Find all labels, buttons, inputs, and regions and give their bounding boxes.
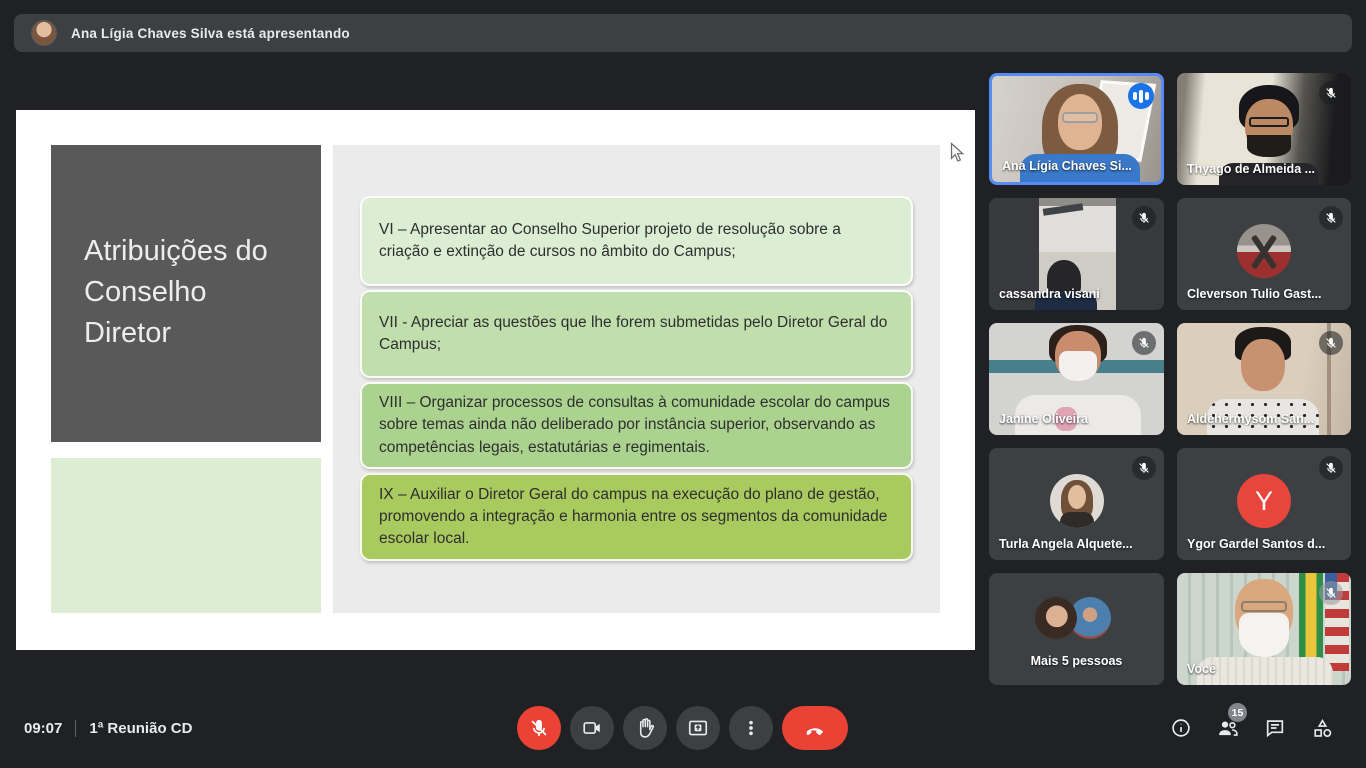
meeting-name: 1ª Reunião CD [89,720,192,737]
avatar-circle [1050,474,1104,528]
presenting-text: Ana Lígia Chaves Silva está apresentando [71,26,350,41]
slide-title-box: Atribuições do Conselho Diretor [51,145,321,442]
tile-ana-ligia[interactable]: Ana Lígia Chaves Si... [989,73,1164,185]
call-controls [517,706,848,750]
end-call-button[interactable] [782,706,848,750]
tile-you[interactable]: Você [1177,573,1351,685]
mic-off-icon [1319,456,1343,480]
participant-name: Você [1187,662,1343,676]
slide-item-ix: IX – Auxiliar o Diretor Geral do campus … [360,473,913,561]
avatar-letter: Y [1255,486,1273,517]
participant-name: Ygor Gardel Santos d... [1187,537,1343,551]
participants-button[interactable]: 15 [1216,716,1240,740]
meet-window: Ana Lígia Chaves Silva está apresentando… [0,0,1366,768]
participant-count-badge: 15 [1228,703,1247,722]
participant-grid: Ana Lígia Chaves Si... Thyago de Almeida… [989,73,1351,685]
tile-more-people[interactable]: Mais 5 pessoas [989,573,1164,685]
mouse-cursor [950,142,965,163]
presenter-avatar [31,20,57,46]
avatar-circle [1237,224,1291,278]
presentation-slide[interactable]: Atribuições do Conselho Diretor VI – Apr… [16,110,975,650]
avatar-circle: Y [1237,474,1291,528]
participant-name: Janine Oliveira [999,412,1156,426]
meeting-details-button[interactable] [1169,716,1193,740]
participant-name: cassandra visani [999,287,1156,301]
clock: 09:07 [24,720,62,737]
slide-accent-box [51,458,321,613]
camera-button[interactable] [570,706,614,750]
presenting-banner: Ana Lígia Chaves Silva está apresentando [14,14,1352,52]
tile-cleverson[interactable]: Cleverson Tulio Gast... [1177,198,1351,310]
chat-button[interactable] [1263,716,1287,740]
meeting-info: 09:07 1ª Reunião CD [24,706,192,750]
speaking-indicator-icon [1128,83,1154,109]
mic-off-icon [1319,81,1343,105]
divider [75,720,76,737]
slide-item-vii: VII - Apreciar as questões que lhe forem… [360,290,913,378]
slide-item-viii: VIII – Organizar processos de consultas … [360,382,913,469]
tile-janine[interactable]: Janine Oliveira [989,323,1164,435]
more-people-avatars [989,573,1164,685]
mic-off-icon [1319,581,1343,605]
participant-name: Aldehermysom San... [1187,412,1343,426]
slide-item-vi: VI – Apresentar ao Conselho Superior pro… [360,196,913,286]
mic-off-icon [1132,206,1156,230]
mic-off-icon [1132,331,1156,355]
mic-off-icon [1319,331,1343,355]
meeting-panel-buttons: 15 [1169,706,1334,750]
mic-off-icon [1132,456,1156,480]
participant-name: Ana Lígia Chaves Si... [1002,159,1153,173]
slide-content-panel: VI – Apresentar ao Conselho Superior pro… [333,145,940,613]
tile-thyago[interactable]: Thyago de Almeida ... [1177,73,1351,185]
more-people-label: Mais 5 pessoas [989,654,1164,668]
tile-turla[interactable]: Turla Angela Alquete... [989,448,1164,560]
tile-cassandra[interactable]: cassandra visani [989,198,1164,310]
mic-mute-button[interactable] [517,706,561,750]
more-options-button[interactable] [729,706,773,750]
present-screen-button[interactable] [676,706,720,750]
participant-name: Cleverson Tulio Gast... [1187,287,1343,301]
tile-ygor[interactable]: Y Mais 5 pessoas Ygor Gardel Santos d... [1177,448,1351,560]
tile-aldehermysom[interactable]: Aldehermysom San... [1177,323,1351,435]
mic-off-icon [1319,206,1343,230]
participant-name: Thyago de Almeida ... [1187,162,1343,176]
slide-title: Atribuições do Conselho Diretor [51,145,289,355]
activities-button[interactable] [1310,716,1334,740]
participant-name: Turla Angela Alquete... [999,537,1156,551]
raise-hand-button[interactable] [623,706,667,750]
